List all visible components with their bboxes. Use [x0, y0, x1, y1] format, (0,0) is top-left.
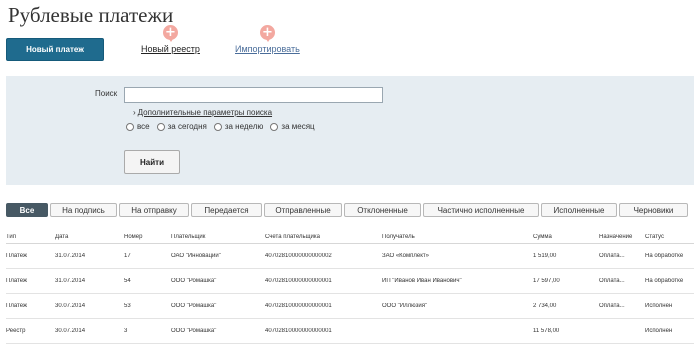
cell-status: На обработке	[645, 278, 684, 284]
import-label[interactable]: Импортировать	[235, 44, 300, 54]
cell-amount: 1 519,00	[533, 253, 557, 259]
tab-rejected[interactable]: Отклоненные	[344, 203, 421, 217]
cell-amount: 2 734,00	[533, 303, 557, 309]
tab-all[interactable]: Все	[6, 203, 48, 217]
radio-label: все	[137, 122, 150, 131]
column-header-purpose[interactable]: Назначение	[599, 234, 643, 240]
radio-button[interactable]	[213, 122, 222, 131]
column-header-date[interactable]: Дата	[55, 234, 121, 240]
tab-transferring[interactable]: Передается	[191, 203, 262, 217]
find-button[interactable]: Найти	[124, 150, 180, 174]
cell-number: 53	[124, 303, 131, 309]
period-radio-group: все за сегодня за неделю за месяц	[126, 122, 322, 131]
cell-status: Исполнен	[645, 328, 673, 334]
cell-amount: 17 597,00	[533, 278, 560, 284]
radio-label: за сегодня	[167, 122, 207, 131]
cell-type: Платеж	[6, 278, 27, 284]
cell-status: На обработке	[645, 253, 684, 259]
table-row[interactable]: Платеж 31.07.2014 17 ОАО "Инновации" 407…	[6, 244, 694, 269]
table-row[interactable]: Платеж 31.07.2014 54 ООО "Ромашка" 40702…	[6, 269, 694, 294]
cell-payer-account: 40702810000000000001	[265, 303, 332, 309]
cell-number: 17	[124, 253, 131, 259]
column-header-status[interactable]: Статус	[645, 234, 694, 240]
status-tabs: Все На подпись На отправку Передается От…	[6, 203, 694, 217]
tab-partially-executed[interactable]: Частично исполненные	[423, 203, 539, 217]
new-payment-button[interactable]: Новый платеж	[6, 38, 104, 61]
cell-date: 30.07.2014	[55, 303, 86, 309]
cell-payer: ООО "Ромашка"	[171, 303, 217, 309]
search-label: Поиск	[95, 89, 118, 98]
table-row[interactable]: Реестр 30.07.2014 3 ООО "Ромашка" 407028…	[6, 319, 694, 344]
period-radio-all[interactable]: все	[126, 122, 150, 131]
cell-number: 54	[124, 278, 131, 284]
cell-payer-account: 40702810000000000002	[265, 253, 332, 259]
table-header: Тип Дата Номер Плательщик Счета плательщ…	[6, 231, 694, 244]
radio-button[interactable]	[270, 122, 279, 131]
cell-payer-account: 40702810000000000001	[265, 328, 332, 334]
column-header-payer-account[interactable]: Счета плательщика	[265, 234, 379, 240]
search-panel: Поиск › Дополнительные параметры поиска в…	[6, 76, 694, 185]
tab-to-sign[interactable]: На подпись	[50, 203, 117, 217]
column-header-amount[interactable]: Сумма	[533, 234, 597, 240]
period-radio-week[interactable]: за неделю	[213, 122, 264, 131]
radio-label: за неделю	[224, 122, 264, 131]
cell-payer: ООО "Ромашка"	[171, 278, 217, 284]
cell-date: 30.07.2014	[55, 328, 86, 334]
cell-purpose: Оплата...	[599, 253, 625, 259]
payments-table: Тип Дата Номер Плательщик Счета плательщ…	[6, 231, 694, 344]
advanced-search-label[interactable]: Дополнительные параметры поиска	[138, 108, 272, 117]
tab-executed[interactable]: Исполненные	[541, 203, 617, 217]
tab-sent[interactable]: Отправленные	[264, 203, 342, 217]
cell-type: Платеж	[6, 253, 27, 259]
cell-purpose: Оплата...	[599, 303, 625, 309]
cell-amount: 11 578,00	[533, 328, 560, 334]
advanced-search-link[interactable]: › Дополнительные параметры поиска	[133, 108, 272, 117]
cell-status: Исполнен	[645, 303, 673, 309]
period-radio-today[interactable]: за сегодня	[156, 122, 207, 131]
search-input[interactable]	[124, 87, 383, 103]
cell-payer: ОАО "Инновации"	[171, 253, 221, 259]
cell-date: 31.07.2014	[55, 278, 86, 284]
period-radio-month[interactable]: за месяц	[270, 122, 315, 131]
tab-to-send[interactable]: На отправку	[119, 203, 189, 217]
column-header-number[interactable]: Номер	[124, 234, 168, 240]
column-header-recipient[interactable]: Получатель	[382, 234, 530, 240]
radio-button[interactable]	[126, 122, 134, 131]
cell-date: 31.07.2014	[55, 253, 86, 259]
cell-payer-account: 40702810000000000001	[265, 278, 332, 284]
cell-type: Платеж	[6, 303, 27, 309]
chevron-right-icon: ›	[133, 108, 136, 117]
import-link[interactable]: + Импортировать	[235, 25, 300, 54]
cell-recipient: ЗАО «Комплект»	[382, 253, 429, 259]
cell-purpose: Оплата...	[599, 278, 625, 284]
cell-type: Реестр	[6, 328, 26, 334]
radio-label: за месяц	[281, 122, 315, 131]
cell-recipient: ООО "Иллюзия"	[382, 303, 428, 309]
plus-icon[interactable]: +	[259, 25, 275, 42]
cell-number: 3	[124, 328, 128, 334]
cell-recipient: ИП "Иванов Иван Иванович"	[382, 278, 462, 284]
column-header-payer[interactable]: Плательщик	[171, 234, 261, 240]
tab-drafts[interactable]: Черновики	[619, 203, 688, 217]
plus-icon[interactable]: +	[162, 25, 178, 42]
new-registry-link[interactable]: + Новый реестр	[141, 25, 200, 54]
radio-button[interactable]	[156, 122, 165, 131]
column-header-type[interactable]: Тип	[6, 234, 52, 240]
table-row[interactable]: Платеж 30.07.2014 53 ООО "Ромашка" 40702…	[6, 294, 694, 319]
new-registry-label[interactable]: Новый реестр	[141, 44, 200, 54]
cell-payer: ООО "Ромашка"	[171, 328, 217, 334]
